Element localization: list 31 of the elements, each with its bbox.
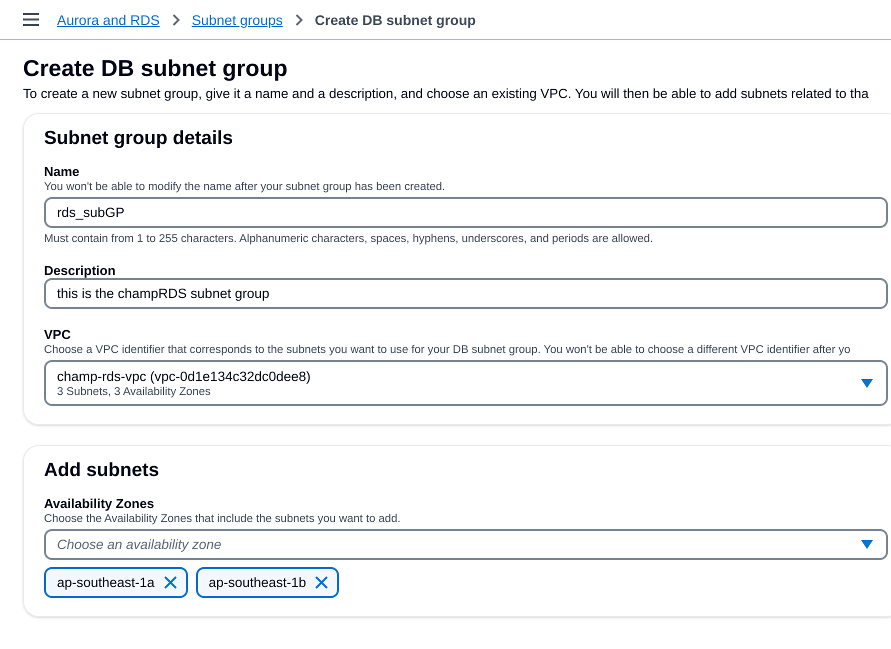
zone-select[interactable]: Choose an availability zone <box>44 529 888 560</box>
field-label: Availability Zones <box>44 496 156 511</box>
text-field[interactable]: this is the champRDS subnet group <box>44 278 888 309</box>
token-label: ap-southeast-1a <box>57 575 155 590</box>
breadcrumb-link[interactable]: Subnet groups <box>192 12 283 28</box>
page-title: Create DB subnet group <box>23 55 289 82</box>
field-description: You won't be able to modify the name after your subnet group has been created. <box>44 181 446 193</box>
section-title: Add subnets <box>44 460 160 482</box>
field-label: VPC <box>44 327 72 342</box>
breadcrumb-current: Create DB subnet group <box>314 12 476 28</box>
selected-detail: 3 Subnets, 3 Availability Zones <box>57 386 212 398</box>
field-description: Choose a VPC identifier that corresponds to the subnets you want to use for your DB subnet group. You won't be able to choose a different VPC identifier after yo <box>44 344 852 356</box>
field-label: Description <box>44 263 117 278</box>
field-label: Name <box>44 164 80 179</box>
caret-down-icon <box>861 540 873 549</box>
section-title: Subnet group details <box>44 128 234 150</box>
close-icon[interactable] <box>164 576 177 589</box>
close-icon[interactable] <box>315 576 328 589</box>
text-field[interactable]: rds_subGP <box>44 197 888 228</box>
chevron-right-icon <box>294 14 303 26</box>
caret-down-icon <box>861 378 873 388</box>
menu-icon[interactable] <box>23 13 39 26</box>
breadcrumb-link[interactable]: Aurora and RDS <box>57 12 160 28</box>
field-description: Choose the Availability Zones that include the subnets you want to add. <box>44 513 402 525</box>
page-description: To create a new subnet group, give it a name and a description, and choose an existing VPC. You will then be able to add subnets related to tha <box>23 86 870 101</box>
selected-value: champ-rds-vpc (vpc-0d1e134c32dc0dee8) <box>57 368 311 384</box>
chevron-right-icon <box>172 14 180 26</box>
field-constraint: Must contain from 1 to 255 characters. Alphanumeric characters, spaces, hyphens, underscores, and periods are allowed. <box>44 233 654 245</box>
select-placeholder: Choose an availability zone <box>57 537 222 552</box>
vpc-select[interactable]: champ-rds-vpc (vpc-0d1e134c32dc0dee8) 3 Subnets, 3 Availability Zones <box>44 360 888 406</box>
token-label: ap-southeast-1b <box>208 575 306 590</box>
